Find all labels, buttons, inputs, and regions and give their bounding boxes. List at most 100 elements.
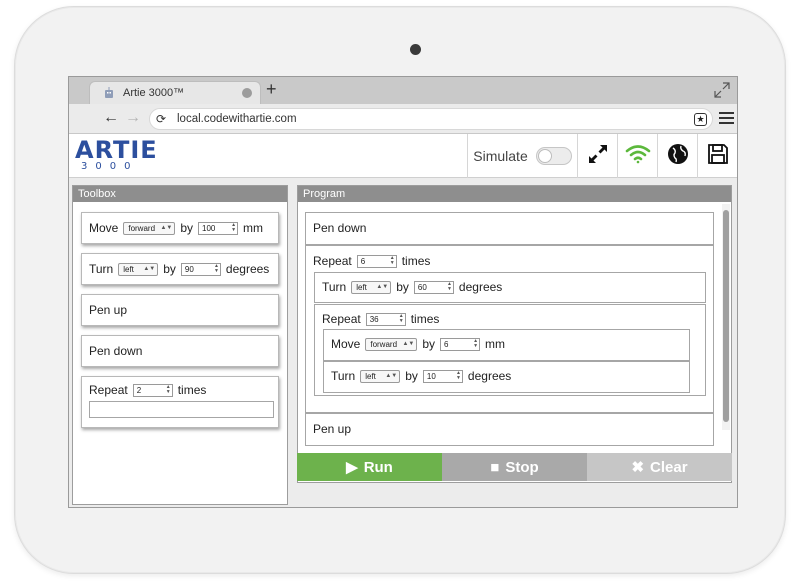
repeat-count-input[interactable]: 2 ▲ ▼ — [132, 383, 173, 397]
move-by-label: by — [180, 221, 194, 235]
turn-outer-direction-select[interactable]: left ▲▼ — [351, 280, 392, 294]
diagonal-arrows-icon — [587, 143, 609, 170]
fullscreen-button[interactable] — [577, 134, 617, 178]
turn-outer-angle-input[interactable]: 60 ▲ ▼ — [413, 280, 454, 294]
program-turn-inner-block[interactable]: Turn left ▲▼ by 10 ▲ ▼ degrees — [323, 361, 690, 393]
run-label: Run — [363, 458, 393, 476]
pen-up-label: Pen up — [89, 303, 128, 317]
repeat-unit-label: times — [177, 383, 207, 397]
action-bar: ▶ Run ■ Stop ✖ Clear — [297, 453, 732, 481]
logo-main-text: ARTIE — [75, 136, 158, 164]
move-inner-direction-select[interactable]: forward ▲▼ — [365, 337, 418, 351]
simulate-label: Simulate — [473, 148, 528, 164]
turn-inner-by-label: by — [405, 369, 418, 383]
expand-window-icon[interactable] — [713, 81, 731, 99]
program-scrollbar[interactable] — [722, 204, 730, 430]
move-label: Move — [89, 221, 119, 235]
toolbox-pen-down-block[interactable]: Pen down — [81, 335, 279, 367]
turn-by-label: by — [163, 262, 176, 276]
turn-outer-unit-label: degrees — [458, 280, 503, 294]
toolbox-title: Toolbox — [73, 186, 287, 202]
move-inner-by-label: by — [422, 337, 436, 351]
camera-icon — [410, 44, 421, 55]
pen-down-label: Pen down — [89, 344, 143, 358]
floppy-disk-icon — [707, 143, 729, 170]
globe-icon — [667, 143, 689, 170]
repeat-outer-count-input[interactable]: 6 ▲ ▼ — [356, 254, 397, 268]
turn-outer-label: Turn — [322, 280, 347, 294]
wifi-icon — [625, 144, 651, 169]
turn-direction-select[interactable]: left ▲▼ — [118, 262, 159, 276]
play-icon: ▶ — [346, 459, 358, 476]
stop-label: Stop — [505, 458, 539, 476]
move-inner-distance-input[interactable]: 6 ▲ ▼ — [440, 337, 481, 351]
toolbox-panel: Toolbox Move forward ▲▼ by 100 ▲ ▼ mm Turn … — [72, 185, 288, 505]
toolbox-pen-up-block[interactable]: Pen up — [81, 294, 279, 326]
back-arrow-icon[interactable]: ← — [103, 109, 119, 127]
artie-logo: ARTIE 3000 — [75, 138, 158, 172]
turn-inner-unit-label: degrees — [467, 369, 512, 383]
repeat-inner-label: Repeat — [322, 312, 361, 326]
tab-close-icon[interactable] — [242, 88, 252, 98]
program-move-inner-block[interactable]: Move forward ▲▼ by 6 ▲ ▼ mm — [323, 329, 690, 361]
program-pen-down-block[interactable]: Pen down — [305, 212, 714, 245]
turn-inner-label: Turn — [331, 369, 356, 383]
turn-unit-label: degrees — [225, 262, 270, 276]
repeat-inner-count-value: 36 — [369, 314, 379, 324]
move-distance-value: 100 — [202, 223, 216, 233]
stop-button[interactable]: ■ Stop — [442, 453, 587, 481]
run-button[interactable]: ▶ Run — [297, 453, 442, 481]
program-title: Program — [298, 186, 731, 202]
repeat-outer-unit-label: times — [401, 254, 431, 268]
tab-title: Artie 3000™ — [123, 87, 185, 99]
scrollbar-thumb[interactable] — [723, 210, 729, 422]
reload-icon[interactable]: ⟳ — [156, 112, 166, 126]
turn-angle-input[interactable]: 90 ▲ ▼ — [180, 262, 221, 276]
turn-direction-value: left — [123, 264, 134, 274]
program-pen-up-block[interactable]: Pen up — [305, 413, 714, 446]
url-text: local.codewithartie.com — [177, 113, 297, 125]
move-direction-value: forward — [128, 223, 156, 233]
repeat-outer-count-value: 6 — [360, 256, 366, 266]
move-direction-select[interactable]: forward ▲▼ — [123, 221, 176, 235]
toolbox-repeat-block[interactable]: Repeat 2 ▲ ▼ times — [81, 376, 279, 428]
repeat-inner-count-input[interactable]: 36 ▲ ▼ — [365, 312, 406, 326]
simulate-toggle[interactable] — [535, 147, 572, 165]
program-pen-up-label: Pen up — [313, 422, 352, 436]
simulate-control: Simulate — [467, 134, 577, 178]
turn-inner-direction-select[interactable]: left ▲▼ — [360, 369, 401, 383]
program-repeat-outer-block[interactable]: Repeat 6 ▲ ▼ times Turn left ▲▼ by 60 ▲ ▼ deg… — [305, 245, 714, 413]
repeat-outer-label: Repeat — [313, 254, 352, 268]
toolbox-turn-block[interactable]: Turn left ▲▼ by 90 ▲ ▼ degrees — [81, 253, 279, 285]
header-controls: Simulate — [467, 134, 737, 178]
new-tab-button[interactable]: + — [266, 79, 277, 99]
forward-arrow-icon[interactable]: → — [125, 109, 141, 127]
wifi-button[interactable] — [617, 134, 657, 178]
url-field[interactable]: ⟳ local.codewithartie.com ★ — [149, 108, 713, 130]
program-turn-outer-block[interactable]: Turn left ▲▼ by 60 ▲ ▼ degrees — [314, 272, 706, 303]
stop-square-icon: ■ — [490, 458, 500, 476]
toolbox-move-block[interactable]: Move forward ▲▼ by 100 ▲ ▼ mm — [81, 212, 279, 244]
clear-button[interactable]: ✖ Clear — [587, 453, 732, 481]
turn-outer-by-label: by — [396, 280, 409, 294]
turn-angle-value: 90 — [184, 264, 194, 274]
move-inner-distance-value: 6 — [444, 339, 449, 349]
hamburger-menu-icon[interactable] — [719, 112, 734, 125]
tab-bar: Artie 3000™ + — [69, 77, 737, 104]
turn-inner-direction-value: left — [365, 371, 376, 381]
program-repeat-inner-block[interactable]: Repeat 36 ▲ ▼ times Move forward ▲▼ by 6 ▲ ▼ … — [314, 304, 706, 396]
save-button[interactable] — [697, 134, 737, 178]
move-unit-label: mm — [243, 221, 264, 235]
globe-button[interactable] — [657, 134, 697, 178]
move-inner-label: Move — [331, 337, 361, 351]
robot-favicon-icon — [103, 87, 115, 100]
browser-tab[interactable]: Artie 3000™ — [89, 81, 261, 104]
turn-inner-angle-input[interactable]: 10 ▲ ▼ — [422, 369, 463, 383]
clear-x-icon: ✖ — [631, 459, 645, 476]
toggle-knob — [537, 149, 552, 163]
browser-window: Artie 3000™ + ← → ⟳ local.codewithartie.… — [68, 76, 738, 508]
move-distance-input[interactable]: 100 ▲ ▼ — [198, 221, 239, 235]
bookmark-star-icon[interactable]: ★ — [694, 113, 707, 126]
clear-label: Clear — [650, 458, 688, 476]
repeat-drop-slot[interactable] — [89, 401, 274, 418]
